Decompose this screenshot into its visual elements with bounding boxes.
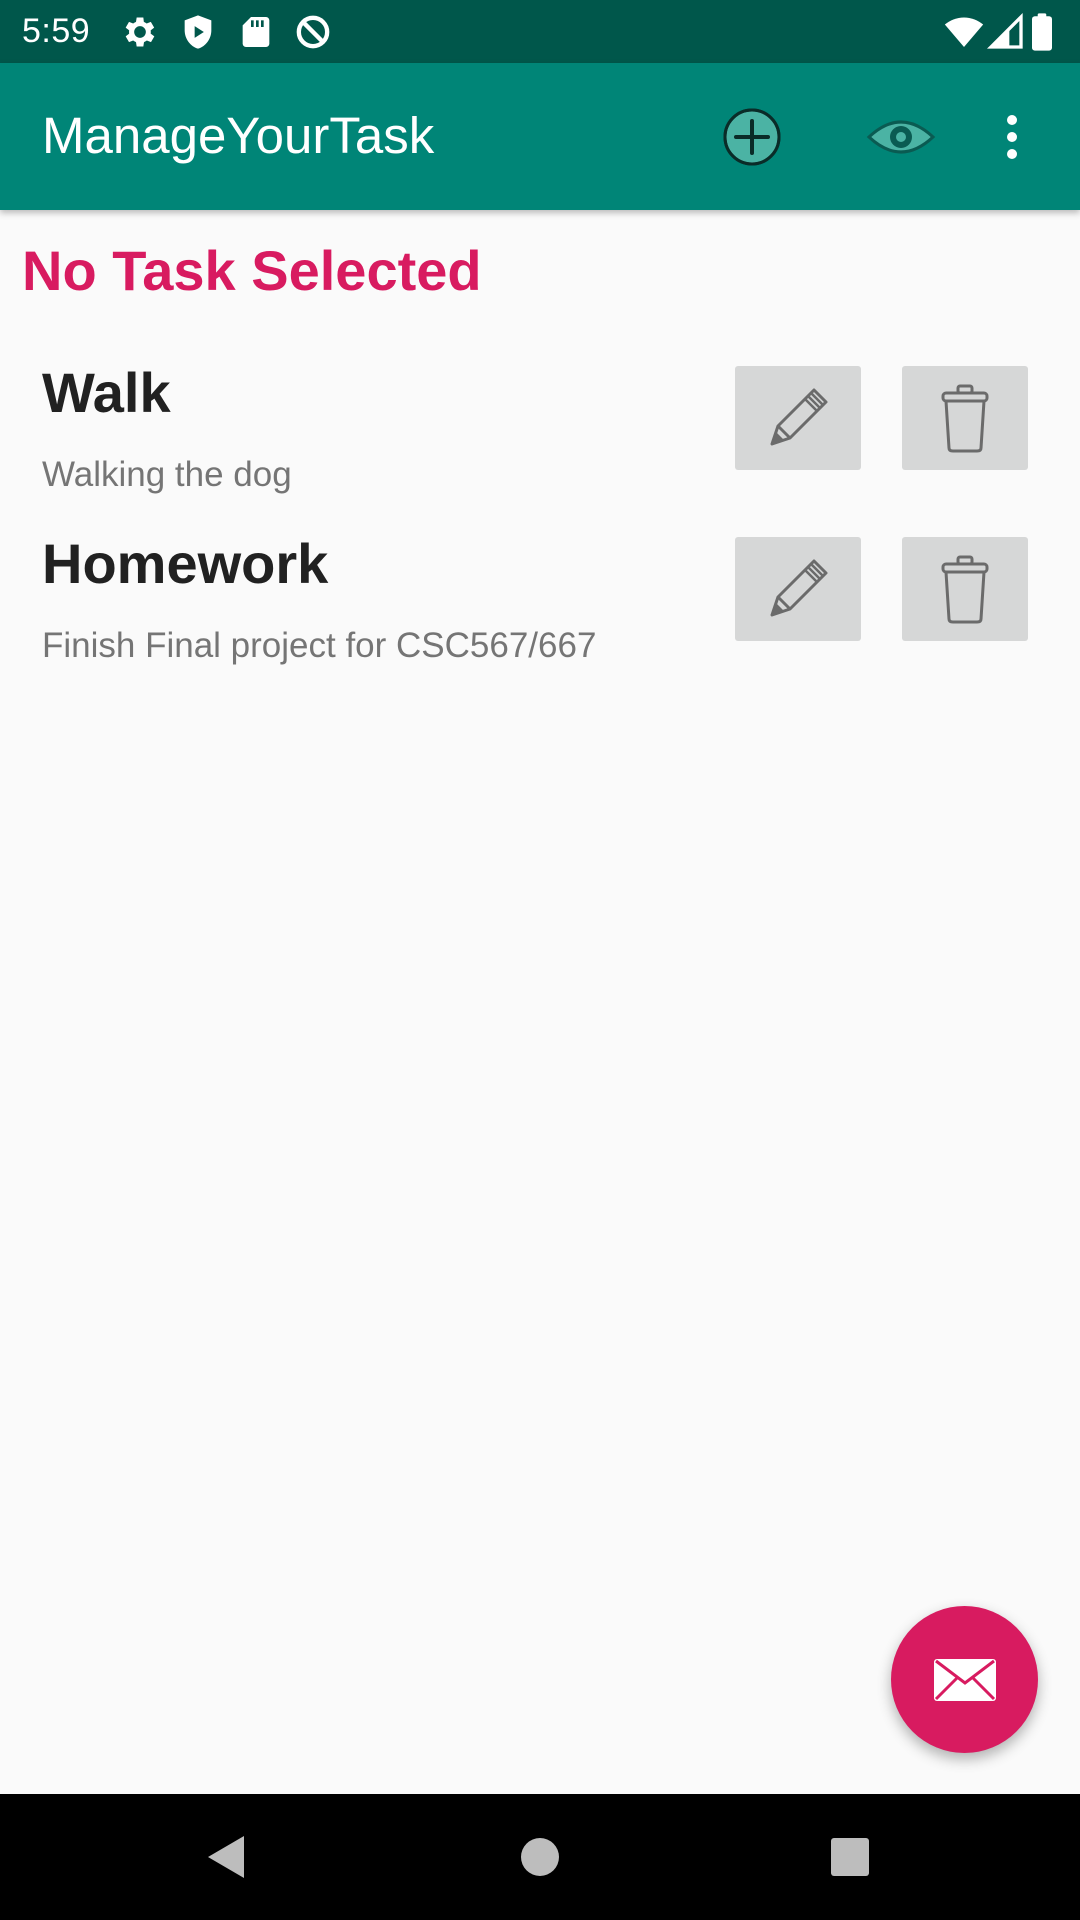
cell-signal-icon (986, 12, 1026, 52)
mail-icon (933, 1658, 996, 1701)
view-tasks-button[interactable] (861, 97, 941, 177)
battery-icon (1030, 12, 1060, 52)
recents-square-icon (831, 1838, 869, 1876)
nav-recents-button[interactable] (810, 1817, 890, 1897)
settings-icon (120, 12, 160, 52)
overflow-menu-button[interactable] (982, 97, 1042, 177)
task-title: Walk (42, 361, 171, 424)
trash-icon (941, 384, 989, 453)
task-description: Finish Final project for CSC567/667 (42, 626, 597, 665)
delete-task-button[interactable] (902, 366, 1028, 470)
add-circle-icon (723, 108, 781, 166)
task-row[interactable]: Walk Walking the dog (0, 350, 1080, 521)
pencil-icon (770, 388, 828, 446)
nav-home-button[interactable] (500, 1817, 580, 1897)
back-triangle-icon (208, 1836, 244, 1878)
task-row[interactable]: Homework Finish Final project for CSC567… (0, 521, 1080, 692)
sd-card-icon (236, 12, 276, 52)
delete-task-button[interactable] (902, 537, 1028, 641)
app-bar: ManageYourTask (0, 63, 1080, 210)
add-task-button[interactable] (712, 97, 792, 177)
selection-heading: No Task Selected (22, 239, 482, 302)
wifi-icon (944, 12, 984, 52)
app-title: ManageYourTask (42, 107, 435, 164)
status-time: 5:59 (22, 12, 91, 50)
eye-icon (866, 120, 936, 154)
edit-task-button[interactable] (735, 537, 861, 641)
task-description: Walking the dog (42, 455, 292, 494)
status-bar: 5:59 (0, 0, 1080, 63)
email-fab[interactable] (891, 1606, 1038, 1753)
overflow-menu-icon (1007, 115, 1017, 159)
navigation-bar (0, 1794, 1080, 1920)
home-circle-icon (521, 1838, 559, 1876)
shield-play-icon (178, 12, 218, 52)
task-list: Walk Walking the dog Homework Finish Fin… (0, 350, 1080, 692)
trash-icon (941, 555, 989, 624)
edit-task-button[interactable] (735, 366, 861, 470)
nav-back-button[interactable] (186, 1817, 266, 1897)
pencil-icon (770, 559, 828, 617)
task-title: Homework (42, 532, 329, 595)
data-saver-icon (293, 12, 333, 52)
